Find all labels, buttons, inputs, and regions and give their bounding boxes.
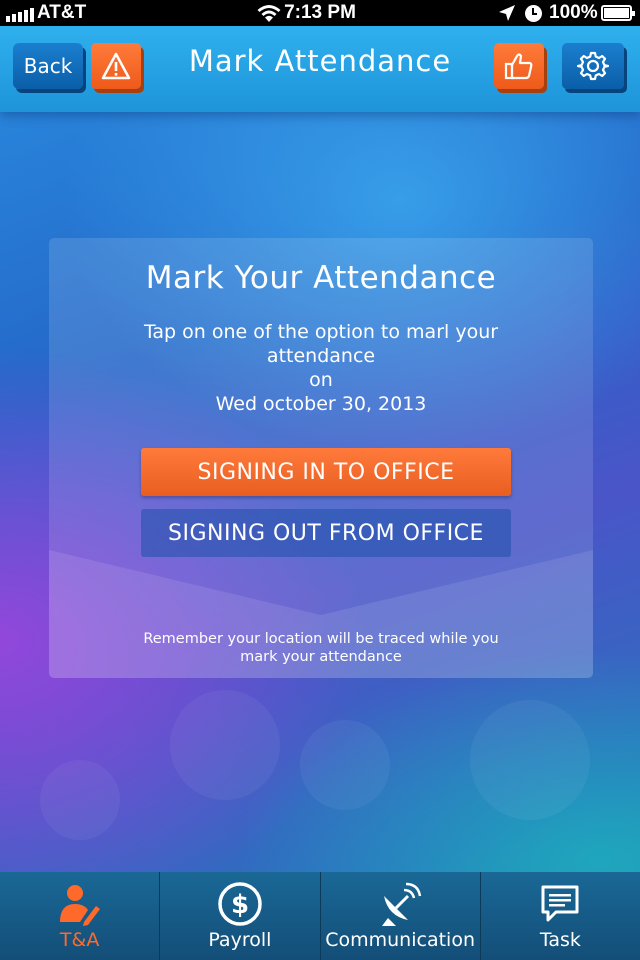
bokeh-decoration — [40, 760, 120, 840]
tab-task[interactable]: Task — [479, 872, 640, 960]
svg-text:$: $ — [231, 890, 249, 920]
satellite-dish-icon — [382, 882, 422, 926]
thumbs-up-icon — [504, 53, 533, 80]
battery-icon — [601, 5, 635, 21]
clock-icon — [525, 5, 542, 22]
card-title: Mark Your Attendance — [145, 260, 497, 296]
tab-label: Payroll — [208, 929, 272, 951]
location-notice: Remember your location will be traced wh… — [143, 631, 499, 665]
app-screen: AT&T 7:13 PM 100% Back Mark Attendance M… — [0, 0, 640, 960]
tab-label: Communication — [325, 929, 475, 951]
tab-bar: T&A $ Payroll Communication Task — [0, 872, 640, 960]
user-pencil-icon — [59, 885, 100, 926]
instruction-text: Tap on one of the option to marl your at… — [143, 321, 499, 367]
tab-label: T&A — [59, 929, 100, 951]
bokeh-decoration — [300, 720, 390, 810]
tab-ta[interactable]: T&A — [0, 872, 159, 960]
bokeh-decoration — [170, 690, 280, 800]
battery-percentage: 100% — [549, 2, 598, 23]
attendance-date: Wed october 30, 2013 — [215, 393, 427, 415]
page-title: Mark Attendance — [188, 44, 452, 78]
navigation-bar: Back Mark Attendance — [0, 26, 640, 112]
status-bar: AT&T 7:13 PM 100% — [0, 0, 640, 26]
tab-payroll[interactable]: $ Payroll — [159, 872, 319, 960]
chat-icon — [541, 885, 579, 922]
dollar-icon: $ — [218, 882, 262, 926]
location-arrow-icon — [499, 5, 515, 21]
sign-in-button[interactable]: SIGNING IN TO OFFICE — [141, 448, 511, 496]
on-label: on — [309, 369, 333, 391]
tab-communication[interactable]: Communication — [319, 872, 480, 960]
settings-button[interactable] — [562, 43, 624, 89]
bokeh-decoration — [470, 700, 590, 820]
gear-icon — [577, 51, 609, 81]
attendance-card: Mark Your Attendance Tap on one of the o… — [49, 238, 593, 678]
tab-label: Task — [539, 929, 581, 951]
like-button[interactable] — [494, 43, 544, 89]
sign-out-button[interactable]: SIGNING OUT FROM OFFICE — [141, 509, 511, 557]
status-time: 7:13 PM — [284, 2, 356, 23]
